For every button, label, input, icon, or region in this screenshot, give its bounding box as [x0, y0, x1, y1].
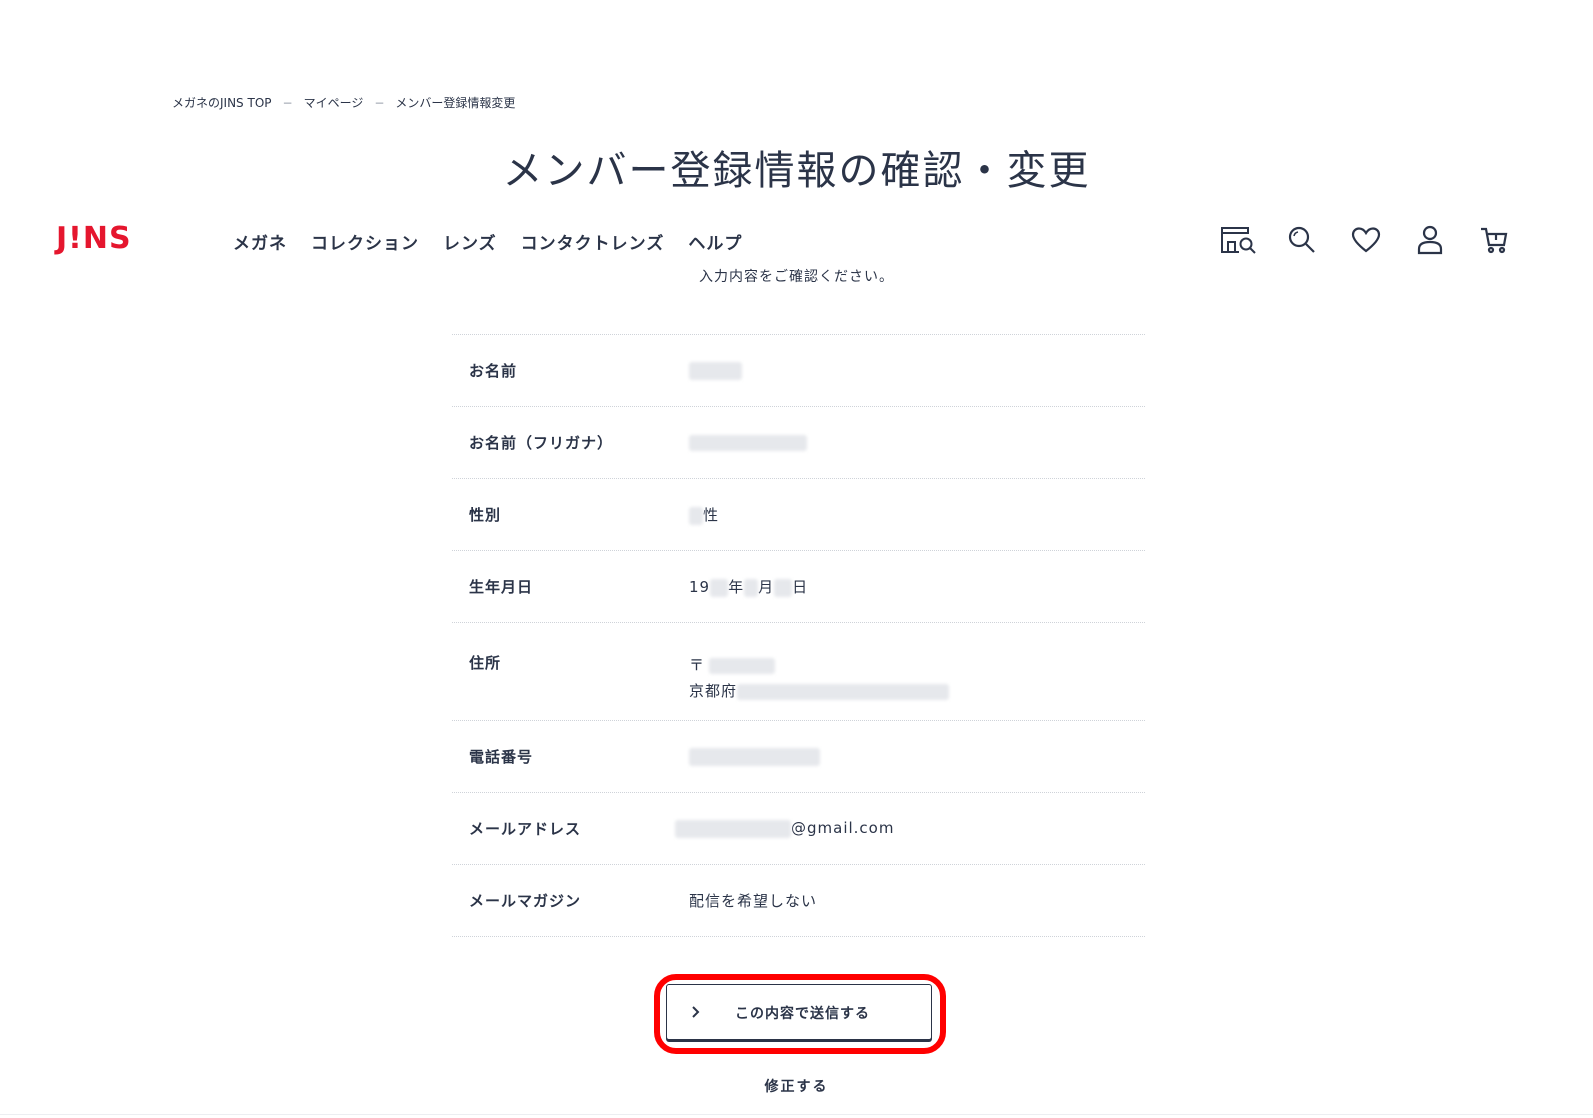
redacted-phone: [689, 747, 820, 766]
label-phone: 電話番号: [469, 748, 534, 766]
value-magazine: 配信を希望しない: [689, 892, 818, 910]
row-magazine: メールマガジン 配信を希望しない: [452, 865, 1145, 937]
row-birthday: 生年月日 19 年月日: [452, 551, 1145, 623]
value-address: 〒 京都府: [689, 623, 1145, 720]
label-address: 住所: [469, 654, 502, 672]
user-icon[interactable]: [1411, 223, 1449, 257]
cart-icon[interactable]: [1475, 223, 1513, 257]
redacted-gender: [689, 506, 703, 525]
birthday-year-unit: 年: [728, 578, 745, 596]
breadcrumb-mypage-link[interactable]: マイページ: [304, 94, 364, 111]
heart-icon[interactable]: [1347, 223, 1385, 257]
modify-link-wrap: 修正する: [0, 1076, 1593, 1096]
footer-divider: [0, 1114, 1593, 1115]
nav-item-collection[interactable]: コレクション: [311, 229, 419, 254]
jins-logo[interactable]: J!NS: [56, 221, 132, 256]
row-name: お名前: [452, 335, 1145, 407]
redacted-email-user: [675, 819, 791, 838]
nav-item-contact-lens[interactable]: コンタクトレンズ: [521, 229, 665, 254]
breadcrumb-separator: −: [374, 95, 385, 110]
row-kana: お名前（フリガナ）: [452, 407, 1145, 479]
value-birthday: 19 年月日: [689, 576, 1145, 597]
row-phone: 電話番号: [452, 721, 1145, 793]
breadcrumb-top-link[interactable]: メガネのJINS TOP: [172, 94, 272, 111]
breadcrumb-current: メンバー登録情報変更: [395, 96, 516, 110]
nav-item-help[interactable]: ヘルプ: [688, 229, 742, 254]
redacted-year: [710, 578, 729, 597]
label-email: メールアドレス: [469, 820, 582, 838]
redacted-name: [689, 361, 742, 380]
redacted-postal: [709, 657, 776, 674]
nav-item-glasses[interactable]: メガネ: [233, 229, 287, 254]
row-address: 住所 〒 京都府: [452, 623, 1145, 721]
submit-button-label: この内容で送信する: [735, 1006, 870, 1022]
redacted-day: [774, 578, 793, 597]
modify-link[interactable]: 修正する: [765, 1079, 829, 1095]
value-kana: [689, 434, 1145, 452]
confirm-table: お名前 お名前（フリガナ） 性別 性 生年月日 19 年月日 住所 〒 京都府 電…: [452, 334, 1145, 937]
birthday-prefix: 19: [689, 578, 711, 596]
site-header: J!NS メガネ コレクション レンズ コンタクトレンズ ヘルプ: [0, 215, 1593, 269]
gender-suffix: 性: [703, 506, 720, 524]
email-domain: @gmail.com: [791, 819, 895, 838]
value-phone: [689, 747, 1145, 766]
redacted-kana: [689, 435, 807, 451]
header-icons: [1219, 223, 1513, 257]
submit-button[interactable]: この内容で送信する: [666, 984, 932, 1040]
breadcrumb-separator: −: [282, 95, 293, 110]
postal-mark: 〒: [689, 656, 706, 674]
birthday-day-unit: 日: [792, 578, 809, 596]
breadcrumb: メガネのJINS TOP − マイページ − メンバー登録情報変更: [172, 94, 515, 111]
label-kana: お名前（フリガナ）: [469, 434, 614, 452]
value-name: [689, 361, 1145, 380]
lead-text: 入力内容をご確認ください。: [699, 269, 894, 285]
label-gender: 性別: [469, 506, 502, 524]
redacted-month: [744, 578, 759, 597]
label-birthday: 生年月日: [469, 578, 534, 596]
store-search-icon[interactable]: [1219, 223, 1257, 257]
global-nav: メガネ コレクション レンズ コンタクトレンズ ヘルプ: [233, 229, 766, 254]
label-magazine: メールマガジン: [469, 892, 582, 910]
page-title: メンバー登録情報の確認・変更: [502, 148, 1091, 194]
value-email: @gmail.com: [675, 819, 1145, 838]
chevron-right-icon: [691, 1004, 701, 1023]
search-icon[interactable]: [1283, 223, 1321, 257]
redacted-address: [737, 683, 950, 700]
address-prefecture: 京都府: [689, 682, 738, 700]
nav-item-lens[interactable]: レンズ: [443, 229, 497, 254]
label-name: お名前: [469, 362, 518, 380]
row-gender: 性別 性: [452, 479, 1145, 551]
birthday-month-unit: 月: [758, 578, 775, 596]
value-gender: 性: [689, 504, 1145, 525]
row-email: メールアドレス @gmail.com: [452, 793, 1145, 865]
